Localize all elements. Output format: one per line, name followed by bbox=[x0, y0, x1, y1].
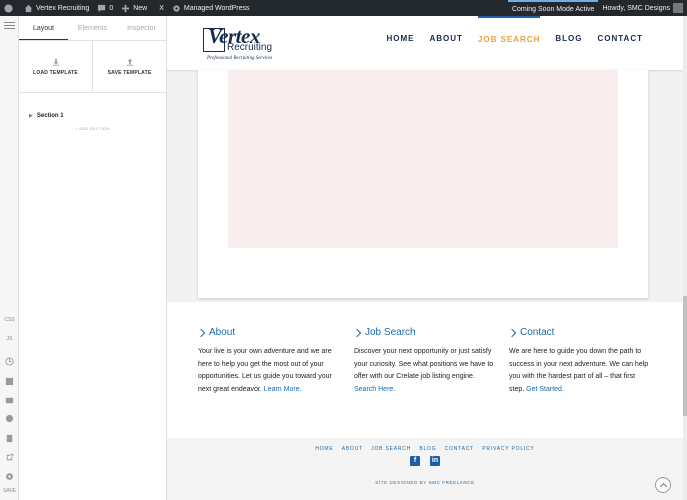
download-icon bbox=[52, 58, 59, 66]
nav-contact[interactable]: CONTACT bbox=[597, 16, 643, 70]
page-scrollbar[interactable] bbox=[683, 16, 687, 500]
layout-icon[interactable] bbox=[5, 373, 14, 386]
history-icon[interactable] bbox=[5, 353, 14, 366]
howdy-label: Howdy, SMC Designs bbox=[602, 4, 670, 12]
site-credit: SITE DESIGNED BY SMC FREELANCE bbox=[375, 480, 475, 485]
footer-about: About Your live is your own adventure an… bbox=[196, 327, 338, 396]
back-to-top-button[interactable] bbox=[655, 477, 671, 493]
site-preview: Vertex Recruiting Professional Recruitin… bbox=[167, 16, 687, 500]
chevron-right-icon bbox=[352, 328, 362, 337]
content-placeholder[interactable] bbox=[228, 70, 618, 248]
panel-tabs: Layout Elements Inspector bbox=[19, 16, 166, 41]
footer-job-text: Discover your next opportunity or just s… bbox=[354, 348, 494, 393]
admin-bar: Vertex Recruiting 0 New X Managed WordPr… bbox=[0, 0, 687, 16]
footer-link-privacy[interactable]: PRIVACY POLICY bbox=[482, 446, 534, 452]
footer-link-contact[interactable]: CONTACT bbox=[445, 446, 474, 452]
content-card bbox=[198, 70, 648, 298]
chevron-right-icon bbox=[196, 328, 206, 337]
preview-icon[interactable] bbox=[5, 410, 14, 423]
coming-soon-indicator[interactable]: Coming Soon Mode Active bbox=[507, 0, 599, 16]
comment-icon bbox=[98, 4, 106, 12]
tab-layout[interactable]: Layout bbox=[19, 16, 68, 40]
site-logo[interactable]: Vertex Recruiting Professional Recruitin… bbox=[203, 24, 295, 64]
wordpress-logo-button[interactable] bbox=[0, 0, 20, 16]
comments-count: 0 bbox=[109, 4, 114, 12]
css-button[interactable]: CSS bbox=[0, 317, 19, 323]
account-menu[interactable]: Howdy, SMC Designs bbox=[598, 0, 687, 16]
site-name: Vertex Recruiting bbox=[36, 4, 90, 12]
avatar bbox=[673, 3, 683, 13]
home-icon bbox=[24, 4, 33, 12]
tab-inspector[interactable]: Inspector bbox=[117, 16, 166, 40]
new-label: New bbox=[133, 4, 148, 12]
x-label: X bbox=[159, 4, 164, 12]
footer-about-text: Your live is your own adventure and we a… bbox=[198, 348, 332, 393]
footer-contact-text: We are here to guide you down the path t… bbox=[509, 348, 649, 393]
site-header: Vertex Recruiting Professional Recruitin… bbox=[167, 16, 683, 70]
footer-job-title: Job Search bbox=[352, 327, 494, 338]
section-label: Section 1 bbox=[36, 113, 64, 119]
footer-contact-title: Contact bbox=[507, 327, 649, 338]
builder-rail: CSS JS SAVE bbox=[0, 16, 19, 500]
gear-icon bbox=[173, 4, 180, 12]
footer-link-home[interactable]: HOME bbox=[315, 446, 333, 452]
nav-blog[interactable]: BLOG bbox=[555, 16, 582, 70]
footer-about-title: About bbox=[196, 327, 338, 338]
search-here-link[interactable]: Search Here. bbox=[354, 386, 395, 393]
save-template-label: SAVE TEMPLATE bbox=[107, 69, 152, 76]
templates-icon[interactable] bbox=[5, 392, 14, 404]
hamburger-menu-icon[interactable] bbox=[4, 22, 15, 31]
caret-right-icon[interactable]: ▶ bbox=[29, 113, 33, 119]
linkedin-icon[interactable]: in bbox=[430, 456, 440, 466]
footer-job-search: Job Search Discover your next opportunit… bbox=[352, 327, 494, 396]
plus-icon bbox=[122, 4, 130, 12]
scrollbar-thumb[interactable] bbox=[683, 296, 687, 416]
coming-soon-label: Coming Soon Mode Active bbox=[511, 5, 595, 13]
designer-link[interactable]: SMC FREELANCE bbox=[429, 480, 475, 485]
nav-about[interactable]: ABOUT bbox=[429, 16, 462, 70]
js-button[interactable]: JS bbox=[0, 336, 19, 342]
save-button[interactable]: SAVE bbox=[0, 488, 19, 494]
footer-widgets: About Your live is your own adventure an… bbox=[167, 302, 683, 438]
wordpress-icon bbox=[4, 3, 13, 13]
managed-wordpress-link[interactable]: Managed WordPress bbox=[168, 0, 254, 16]
logo-sub: Recruiting bbox=[227, 42, 273, 53]
upload-icon bbox=[126, 58, 133, 66]
template-actions: LOAD TEMPLATE SAVE TEMPLATE bbox=[19, 41, 166, 93]
footer-bottom: HOME ABOUT JOB SEARCH BLOG CONTACT PRIVA… bbox=[167, 438, 683, 500]
chevron-right-icon bbox=[507, 328, 517, 337]
get-started-link[interactable]: Get Started. bbox=[526, 386, 564, 393]
footer-link-about[interactable]: ABOUT bbox=[342, 446, 363, 452]
logo-tagline: Professional Recruiting Services bbox=[207, 56, 273, 61]
nav-home[interactable]: HOME bbox=[386, 16, 414, 70]
comments-link[interactable]: 0 bbox=[93, 0, 117, 16]
external-link-icon[interactable] bbox=[5, 449, 14, 461]
managed-label: Managed WordPress bbox=[183, 4, 250, 12]
section-item[interactable]: ▶ Section 1 bbox=[19, 109, 166, 123]
facebook-icon[interactable]: f bbox=[410, 456, 420, 466]
footer-link-job-search[interactable]: JOB SEARCH bbox=[371, 446, 411, 452]
footer-link-blog[interactable]: BLOG bbox=[419, 446, 436, 452]
social-links: f in bbox=[167, 456, 683, 466]
responsive-icon[interactable] bbox=[5, 430, 14, 443]
tab-elements[interactable]: Elements bbox=[68, 16, 117, 40]
footer-contact: Contact We are here to guide you down th… bbox=[507, 327, 649, 396]
footer-nav: HOME ABOUT JOB SEARCH BLOG CONTACT PRIVA… bbox=[167, 446, 683, 452]
add-section-button[interactable]: + ADD SECTION bbox=[19, 126, 166, 131]
new-content-button[interactable]: New bbox=[117, 0, 151, 16]
load-template-button[interactable]: LOAD TEMPLATE bbox=[19, 41, 92, 92]
nav-job-search[interactable]: JOB SEARCH bbox=[477, 16, 541, 70]
load-template-label: LOAD TEMPLATE bbox=[33, 69, 78, 76]
x-menu[interactable]: X bbox=[151, 0, 168, 16]
main-nav: HOME ABOUT JOB SEARCH BLOG CONTACT bbox=[371, 16, 643, 70]
builder-panel: Layout Elements Inspector LOAD TEMPLATE … bbox=[19, 16, 167, 500]
settings-gear-icon[interactable] bbox=[5, 468, 14, 480]
site-name-link[interactable]: Vertex Recruiting bbox=[20, 0, 93, 16]
learn-more-link[interactable]: Learn More. bbox=[264, 386, 302, 393]
save-template-button[interactable]: SAVE TEMPLATE bbox=[92, 41, 166, 92]
